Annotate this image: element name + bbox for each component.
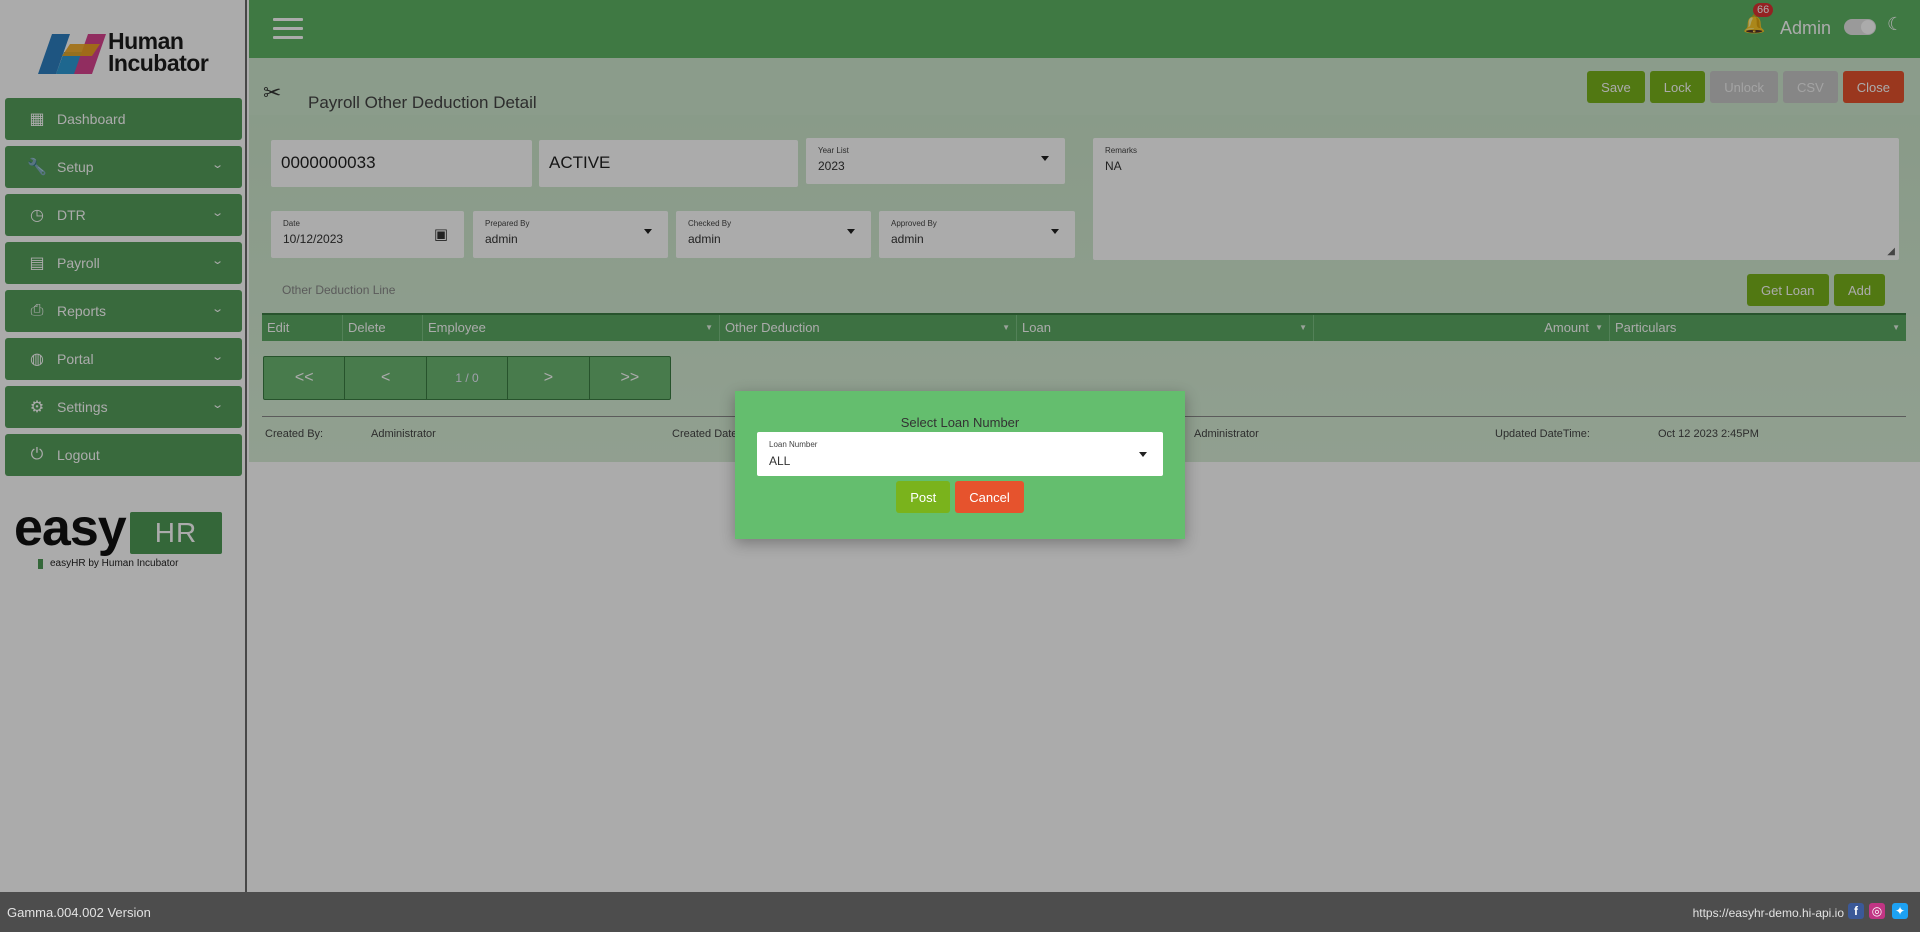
facebook-icon[interactable]: f: [1848, 903, 1864, 919]
post-button[interactable]: Post: [896, 481, 951, 513]
field-value: ALL: [769, 454, 791, 468]
cancel-button[interactable]: Cancel: [955, 481, 1024, 513]
dialog-title: Select Loan Number: [900, 415, 1020, 430]
footer: Gamma.004.002 Version https://easyhr-dem…: [0, 892, 1920, 932]
field-label: Loan Number: [769, 440, 818, 449]
version-label: Gamma.004.002 Version: [7, 905, 151, 920]
caret-down-icon: [1139, 452, 1147, 457]
select-loan-dialog: Select Loan Number Loan Number ALL Post …: [735, 391, 1185, 539]
loan-number-select[interactable]: Loan Number ALL: [757, 432, 1163, 476]
site-link[interactable]: https://easyhr-demo.hi-api.io: [1693, 906, 1844, 920]
instagram-icon[interactable]: ◎: [1869, 903, 1885, 919]
twitter-icon[interactable]: ✦: [1892, 903, 1908, 919]
dialog-actions: Post Cancel: [735, 481, 1185, 513]
